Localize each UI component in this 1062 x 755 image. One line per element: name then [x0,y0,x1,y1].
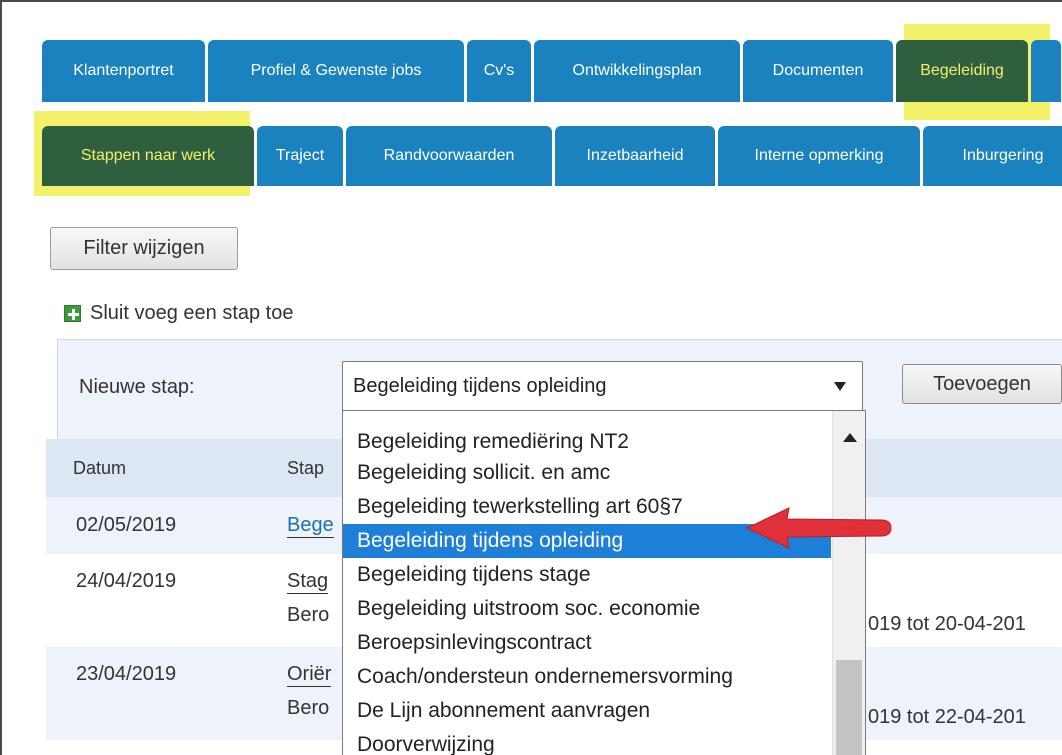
subtab-stappen-naar-werk[interactable]: Stappen naar werk [42,126,254,186]
scrollbar-thumb[interactable] [836,660,862,755]
subtab-interne-opmerking[interactable]: Interne opmerking [718,126,920,186]
row-step-detail: Bero [287,697,330,719]
tab-klantenportret[interactable]: Klantenportret [42,40,205,102]
row-period: 019 tot 22-04-201 [868,706,1026,728]
filter-button[interactable]: Filter wijzigen [50,227,238,270]
dropdown-option[interactable]: Coach/ondersteun ondernemersvorming [343,660,831,694]
tab-begeleiding[interactable]: Begeleiding [896,40,1028,102]
tab-profiel[interactable]: Profiel & Gewenste jobs [208,40,464,102]
chevron-down-icon [834,382,846,391]
col-stap[interactable]: Stap [287,458,324,479]
dropdown-option[interactable]: Begeleiding tijdens stage [343,558,831,592]
dropdown-option[interactable]: De Lijn abonnement aanvragen [343,694,831,728]
tab-cvs[interactable]: Cv's [467,40,531,102]
dropdown-option[interactable]: Begeleiding sollicit. en amc [343,456,831,490]
step-dropdown-list[interactable]: Begeleiding remediëring NT2 Begeleiding … [342,410,866,755]
tab-overflow[interactable] [1031,40,1061,102]
subtab-traject[interactable]: Traject [257,126,343,186]
subtab-randvoorwaarden[interactable]: Randvoorwaarden [346,126,552,186]
subtab-inzetbaarheid[interactable]: Inzetbaarheid [555,126,715,186]
plus-icon [64,305,81,322]
dropdown-option-partial[interactable] [343,411,831,415]
tab-documenten[interactable]: Documenten [743,40,893,102]
main-tabs: Klantenportret Profiel & Gewenste jobs C… [42,40,1061,102]
step-select[interactable]: Begeleiding tijdens opleiding [342,361,863,411]
new-step-label: Nieuwe stap: [79,376,195,398]
row-step-detail: Bero [287,604,330,626]
step-select-value: Begeleiding tijdens opleiding [353,374,607,397]
arrow-icon [745,507,892,549]
subtab-inburgering[interactable]: Inburgering [923,126,1062,186]
row-date: 02/05/2019 [76,514,177,536]
row-period: 019 tot 20-04-201 [868,613,1026,635]
sub-tabs: Stappen naar werk Traject Randvoorwaarde… [42,126,1062,186]
chevron-up-icon[interactable] [843,433,857,442]
row-step-link[interactable]: Oriër [287,663,332,687]
dropdown-option[interactable]: Beroepsinlevingscontract [343,626,831,660]
add-step-label: Sluit voeg een stap toe [90,302,294,324]
dropdown-option[interactable]: Begeleiding uitstroom soc. economie [343,592,831,626]
row-date: 23/04/2019 [76,663,177,685]
row-date: 24/04/2019 [76,570,177,592]
col-datum[interactable]: Datum [73,458,126,479]
app-frame: Klantenportret Profiel & Gewenste jobs C… [0,0,1062,755]
dropdown-option[interactable]: Begeleiding remediëring NT2 [343,425,831,459]
dropdown-option[interactable]: Doorverwijzing [343,728,831,755]
dropdown-scrollbar[interactable] [832,411,865,755]
add-step-link[interactable]: Sluit voeg een stap toe [64,302,293,325]
row-step-link[interactable]: Bege [287,514,334,538]
add-button[interactable]: Toevoegen [902,364,1062,404]
tab-ontwikkelingsplan[interactable]: Ontwikkelingsplan [534,40,740,102]
row-step-link[interactable]: Stag [287,570,329,594]
